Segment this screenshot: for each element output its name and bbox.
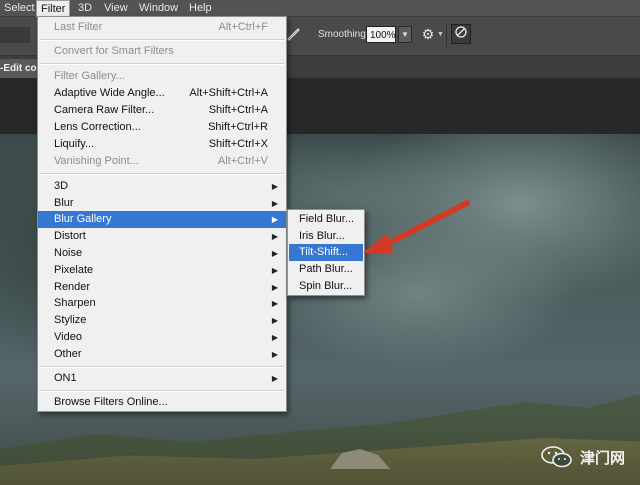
submenu-item-label: Iris Blur... <box>299 230 345 242</box>
menu-window[interactable]: Window <box>135 0 182 16</box>
menu-item-blur-gallery[interactable]: Blur Gallery ▶ <box>38 211 286 228</box>
submenu-arrow-icon: ▶ <box>271 299 278 308</box>
submenu-arrow-icon: ▶ <box>271 232 278 241</box>
menu-item-label: Distort <box>54 230 86 242</box>
menu-separator <box>40 173 284 175</box>
menu-separator <box>40 366 284 368</box>
submenu-item-tilt-shift[interactable]: Tilt-Shift... <box>289 244 363 261</box>
menu-item-pixelate[interactable]: Pixelate ▶ <box>38 262 286 279</box>
menubar: Select Filter 3D View Window Help <box>0 0 640 17</box>
menu-item-convert-smart-filters[interactable]: Convert for Smart Filters <box>38 43 286 60</box>
menu-item-label: Convert for Smart Filters <box>54 45 174 57</box>
submenu-item-iris-blur[interactable]: Iris Blur... <box>289 228 363 245</box>
annotation-arrow-icon <box>363 200 470 253</box>
submenu-arrow-icon: ▶ <box>271 199 278 208</box>
chevron-down-icon[interactable]: ▼ <box>437 31 444 38</box>
menu-item-shortcut: Shift+Ctrl+A <box>208 104 268 116</box>
menu-item-blur[interactable]: Blur ▶ <box>38 195 286 212</box>
menu-item-label: Video <box>54 331 82 343</box>
menu-item-label: Other <box>54 348 82 360</box>
menu-help[interactable]: Help <box>185 0 216 16</box>
menu-item-noise[interactable]: Noise ▶ <box>38 245 286 262</box>
menu-separator <box>40 390 284 392</box>
divider <box>446 23 447 47</box>
menu-item-label: Pixelate <box>54 264 94 276</box>
menu-item-stylize[interactable]: Stylize ▶ <box>38 312 286 329</box>
submenu-arrow-icon: ▶ <box>271 333 278 342</box>
submenu-arrow-icon: ▶ <box>271 374 278 383</box>
menu-item-label: Sharpen <box>54 297 96 309</box>
menu-3d[interactable]: 3D <box>74 0 96 16</box>
menu-item-label: 3D <box>54 180 69 192</box>
menu-item-vanishing-point[interactable]: Vanishing Point... Alt+Ctrl+V <box>38 153 286 170</box>
submenu-item-spin-blur[interactable]: Spin Blur... <box>289 278 363 295</box>
menu-item-shortcut: Shift+Ctrl+R <box>208 121 268 133</box>
menu-item-other[interactable]: Other ▶ <box>38 346 286 363</box>
menu-item-label: Blur Gallery <box>54 213 112 225</box>
submenu-arrow-icon: ▶ <box>271 249 278 258</box>
tool-preset-picker[interactable] <box>0 27 30 43</box>
menu-item-label: Vanishing Point... <box>54 155 139 167</box>
menu-item-on1[interactable]: ON1 ▶ <box>38 370 286 387</box>
menu-item-label: Last Filter <box>54 21 103 33</box>
menu-item-label: Camera Raw Filter... <box>54 104 155 116</box>
submenu-item-label: Spin Blur... <box>299 280 353 292</box>
watermark: 津门网 <box>540 445 630 469</box>
symmetry-icon[interactable] <box>451 24 471 44</box>
submenu-arrow-icon: ▶ <box>271 283 278 292</box>
menu-item-browse-filters-online[interactable]: Browse Filters Online... <box>38 394 286 411</box>
menu-item-label: Browse Filters Online... <box>54 396 168 408</box>
watermark-text: 津门网 <box>580 450 626 467</box>
menu-select[interactable]: Select <box>0 0 39 16</box>
submenu-arrow-icon: ▶ <box>271 182 278 191</box>
menu-item-label: Liquify... <box>54 138 95 150</box>
menu-item-shortcut: Alt+Shift+Ctrl+A <box>189 87 268 99</box>
menu-item-sharpen[interactable]: Sharpen ▶ <box>38 295 286 312</box>
menu-item-label: Lens Correction... <box>54 121 141 133</box>
gear-icon[interactable]: ⚙ <box>420 26 436 43</box>
submenu-arrow-icon: ▶ <box>271 316 278 325</box>
submenu-arrow-icon: ▶ <box>271 266 278 275</box>
submenu-item-label: Field Blur... <box>299 213 355 225</box>
menu-item-distort[interactable]: Distort ▶ <box>38 228 286 245</box>
menu-item-lens-correction[interactable]: Lens Correction... Shift+Ctrl+R <box>38 119 286 136</box>
menu-item-filter-gallery[interactable]: Filter Gallery... <box>38 68 286 85</box>
smoothing-label: Smoothing: <box>318 29 369 40</box>
menu-item-label: Render <box>54 281 91 293</box>
menu-item-label: Stylize <box>54 314 87 326</box>
filter-menu: Last Filter Alt+Ctrl+F Convert for Smart… <box>37 16 287 412</box>
menu-item-label: Noise <box>54 247 83 259</box>
menu-item-adaptive-wide-angle[interactable]: Adaptive Wide Angle... Alt+Shift+Ctrl+A <box>38 85 286 102</box>
wechat-icon <box>541 446 572 468</box>
smoothing-dropdown-icon[interactable]: ▼ <box>398 26 412 43</box>
document-tab[interactable]: -Edit co <box>0 59 40 78</box>
menu-item-label: Blur <box>54 197 74 209</box>
menu-item-video[interactable]: Video ▶ <box>38 329 286 346</box>
submenu-item-label: Tilt-Shift... <box>299 246 349 258</box>
submenu-item-field-blur[interactable]: Field Blur... <box>289 211 363 228</box>
menu-item-3d[interactable]: 3D ▶ <box>38 178 286 195</box>
brush-icon[interactable] <box>286 27 302 43</box>
menu-item-shortcut: Alt+Ctrl+F <box>218 21 268 33</box>
menu-item-render[interactable]: Render ▶ <box>38 279 286 296</box>
submenu-item-path-blur[interactable]: Path Blur... <box>289 261 363 278</box>
menu-view[interactable]: View <box>100 0 132 16</box>
menu-item-liquify[interactable]: Liquify... Shift+Ctrl+X <box>38 136 286 153</box>
menu-separator <box>40 63 284 65</box>
menu-item-last-filter[interactable]: Last Filter Alt+Ctrl+F <box>38 19 286 36</box>
menu-item-shortcut: Alt+Ctrl+V <box>217 155 268 167</box>
menu-item-shortcut: Shift+Ctrl+X <box>208 138 268 150</box>
menu-item-label: Filter Gallery... <box>54 70 125 82</box>
menu-separator <box>40 39 284 41</box>
menu-filter[interactable]: Filter <box>36 0 71 17</box>
submenu-arrow-icon: ▶ <box>271 350 278 359</box>
submenu-item-label: Path Blur... <box>299 263 353 275</box>
menu-item-label: Adaptive Wide Angle... <box>54 87 165 99</box>
menu-item-label: ON1 <box>54 372 77 384</box>
submenu-arrow-icon: ▶ <box>271 215 278 224</box>
menu-item-camera-raw-filter[interactable]: Camera Raw Filter... Shift+Ctrl+A <box>38 102 286 119</box>
smoothing-input[interactable]: 100% <box>366 26 396 43</box>
blur-gallery-submenu: Field Blur... Iris Blur... Tilt-Shift...… <box>287 209 365 296</box>
